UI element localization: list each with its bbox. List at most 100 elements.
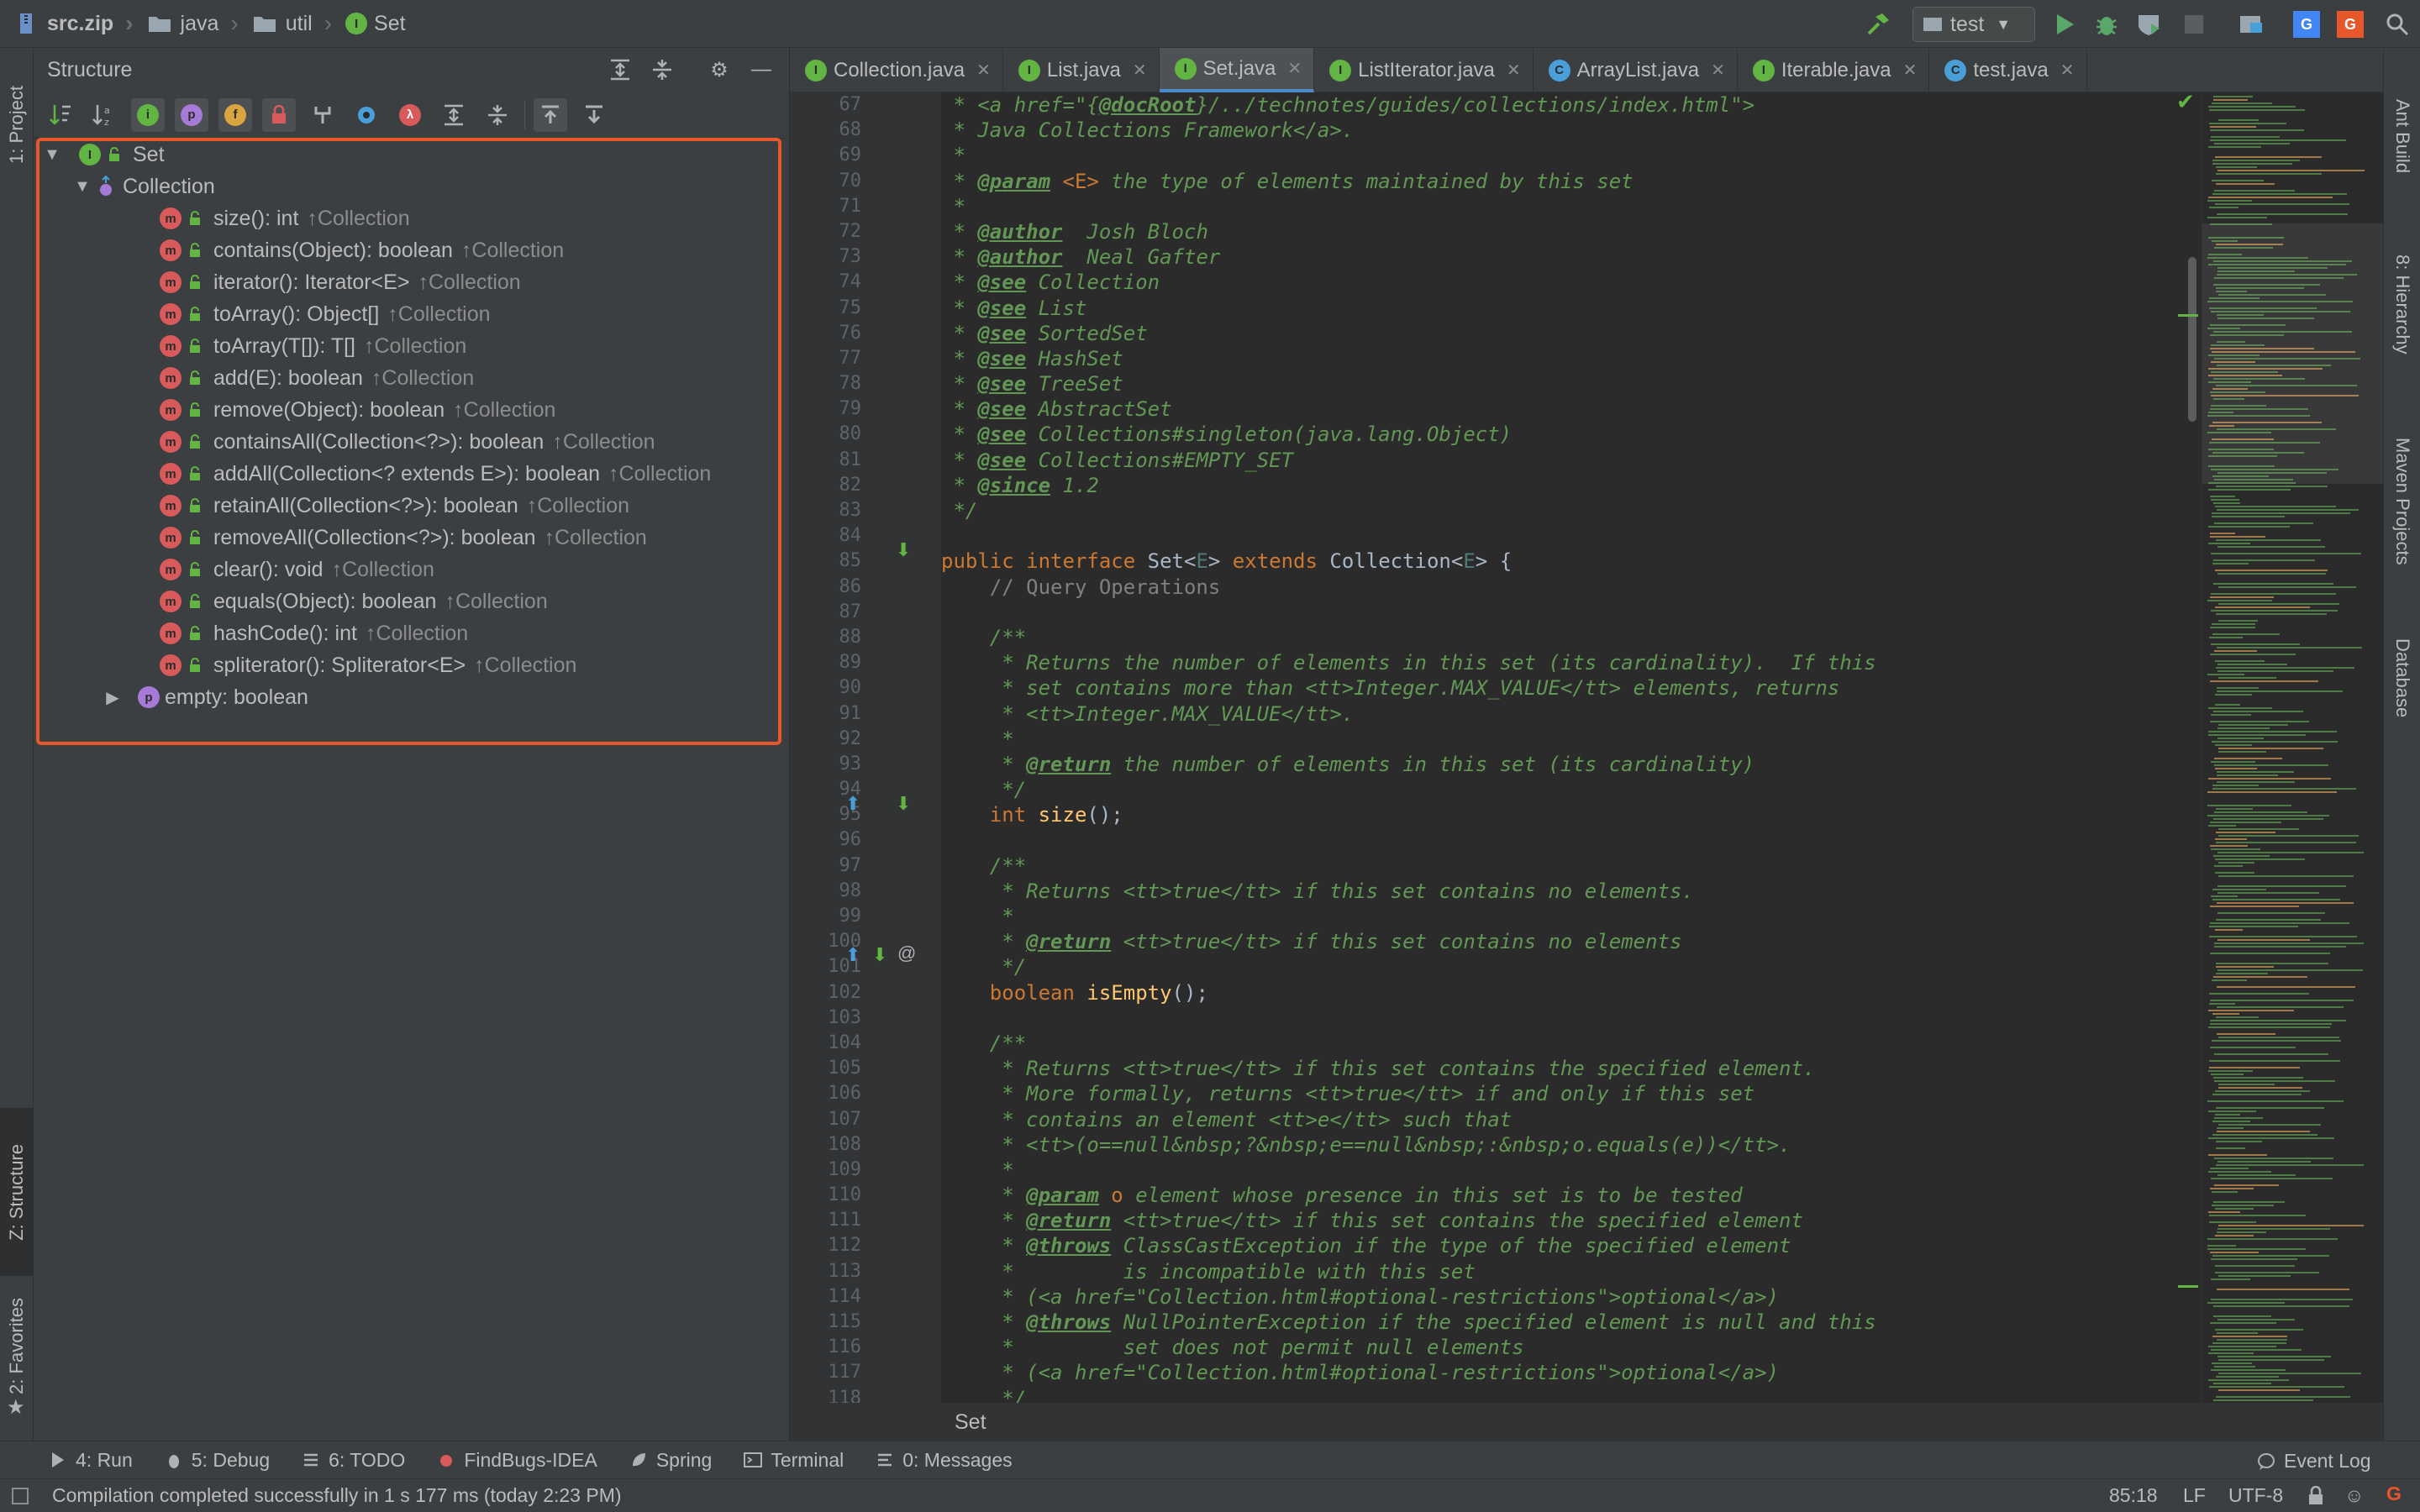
translate-google-icon[interactable]: G: [2291, 8, 2323, 40]
editor-tab[interactable]: I Iterable.java ✕: [1738, 48, 1930, 92]
event-log-button[interactable]: Event Log: [2257, 1450, 2371, 1473]
show-non-public-icon[interactable]: [262, 97, 296, 132]
search-everywhere-icon[interactable]: [2381, 8, 2413, 40]
tool-tab-hierarchy[interactable]: 8: Hierarchy: [2386, 207, 2419, 401]
autoscroll-from-source-icon[interactable]: [577, 98, 611, 132]
collapse-all-icon[interactable]: [649, 56, 676, 83]
expand-tree-icon[interactable]: [437, 98, 471, 132]
breadcrumb-util[interactable]: util ›: [239, 0, 332, 48]
autoscroll-to-source-icon[interactable]: [534, 97, 567, 132]
expand-all-icon[interactable]: [607, 56, 634, 83]
editor-scrollbar-thumb[interactable]: [2188, 257, 2196, 422]
editor-tab[interactable]: I Collection.java ✕: [790, 48, 1003, 92]
tree-node-method[interactable]: m remove(Object): boolean ↑Collection: [37, 394, 781, 426]
overrides-method-icon[interactable]: ⬆: [845, 944, 860, 966]
editor-tab[interactable]: Ctest.java ✕: [1929, 48, 2087, 92]
editor-tab[interactable]: C ArrayList.java ✕: [1534, 48, 1738, 92]
tool-window-button[interactable]: 4: Run: [49, 1449, 133, 1472]
close-icon[interactable]: ✕: [1711, 60, 1725, 81]
breadcrumb-set[interactable]: I Set: [332, 0, 406, 48]
show-lambdas-icon[interactable]: λ: [393, 98, 427, 132]
tool-window-button[interactable]: 6: TODO: [302, 1449, 405, 1472]
project-structure-button[interactable]: [2235, 8, 2267, 40]
tool-tab-project[interactable]: 1: Project: [0, 61, 34, 187]
tool-tab-structure[interactable]: Z: Structure: [0, 1108, 34, 1276]
close-icon[interactable]: ✕: [1287, 58, 1302, 79]
close-icon[interactable]: ✕: [2060, 60, 2075, 81]
tool-window-button[interactable]: 0: Messages: [876, 1449, 1013, 1472]
show-properties-icon[interactable]: p: [175, 97, 208, 132]
expanded-arrow-icon[interactable]: ▼: [42, 145, 62, 165]
editor-tab[interactable]: I List.java ✕: [1003, 48, 1160, 92]
tool-window-button[interactable]: Spring: [629, 1449, 712, 1472]
gear-icon[interactable]: ⚙: [706, 56, 733, 83]
collapsed-arrow-icon[interactable]: ▶: [103, 687, 123, 708]
tool-window-button[interactable]: Terminal: [744, 1449, 844, 1472]
close-icon[interactable]: ✕: [1507, 60, 1521, 81]
show-hierarchy-icon[interactable]: [306, 98, 339, 132]
show-fields-icon[interactable]: f: [218, 97, 252, 132]
build-hammer-button[interactable]: [1862, 8, 1894, 40]
tree-node-method[interactable]: m spliterator(): Spliterator<E> ↑Collectio…: [37, 649, 781, 681]
breadcrumb-java[interactable]: java ›: [134, 0, 239, 48]
tree-node-method[interactable]: m size(): int ↑Collection: [37, 202, 781, 234]
tree-node-method[interactable]: m equals(Object): boolean ↑Collection: [37, 585, 781, 617]
run-configuration-select[interactable]: test ▼: [1912, 7, 2035, 42]
tool-window-button[interactable]: 5: Debug: [165, 1449, 270, 1472]
translate-alt-icon[interactable]: G: [2334, 8, 2366, 40]
tool-tab-database[interactable]: Database: [2386, 602, 2419, 753]
tool-tab-ant-build[interactable]: Ant Build: [2386, 65, 2419, 207]
hector-inspector-icon[interactable]: ☺: [2344, 1484, 2364, 1507]
tool-window-toggle-icon[interactable]: [12, 1487, 29, 1504]
stop-button[interactable]: [2178, 8, 2210, 40]
tool-window-button[interactable]: FindBugs-IDEA: [437, 1449, 597, 1472]
tree-node-method[interactable]: m add(E): boolean ↑Collection: [37, 362, 781, 394]
implementing-methods-icon[interactable]: ⬇: [896, 539, 911, 561]
tree-node-method[interactable]: m contains(Object): boolean ↑Collection: [37, 234, 781, 266]
minimap-viewport[interactable]: [2202, 223, 2384, 484]
implemented-method-icon[interactable]: ⬇: [872, 944, 887, 966]
show-anonymous-icon[interactable]: [350, 98, 383, 132]
run-button[interactable]: [2049, 8, 2081, 40]
annotation-at-icon[interactable]: @: [897, 942, 916, 964]
tree-node-method[interactable]: m clear(): void ↑Collection: [37, 554, 781, 585]
tree-node-method[interactable]: m retainAll(Collection<?>): boolean ↑Colle…: [37, 490, 781, 522]
editor-breadcrumb-item[interactable]: Set: [955, 1410, 986, 1434]
close-icon[interactable]: ✕: [1133, 60, 1147, 81]
overrides-method-icon[interactable]: ⬆: [845, 793, 860, 815]
tree-node-method[interactable]: m toArray(T[]): T[] ↑Collection: [37, 330, 781, 362]
sort-alphabetically-icon[interactable]: az: [87, 98, 121, 132]
line-separator[interactable]: LF: [2183, 1484, 2206, 1507]
tree-node-set[interactable]: ▼ I Set: [37, 139, 781, 171]
tree-node-collection[interactable]: ▼ Collection: [37, 171, 781, 202]
editor-tab[interactable]: I ListIterator.java ✕: [1314, 48, 1534, 92]
status-message[interactable]: Compilation completed successfully in 1 …: [52, 1484, 622, 1507]
file-encoding[interactable]: UTF-8: [2228, 1484, 2283, 1507]
tree-node-method[interactable]: m addAll(Collection<? extends E>): boolea…: [37, 458, 781, 490]
implemented-method-icon[interactable]: ⬇: [896, 793, 911, 815]
tree-node-method[interactable]: m hashCode(): int ↑Collection: [37, 617, 781, 649]
show-interfaces-icon[interactable]: i: [131, 97, 165, 132]
minimize-icon[interactable]: —: [748, 56, 775, 83]
tool-tab-maven-projects[interactable]: Maven Projects: [2386, 401, 2419, 602]
close-icon[interactable]: ✕: [1903, 60, 1918, 81]
read-only-lock-icon[interactable]: [2307, 1485, 2324, 1511]
code-minimap[interactable]: [2202, 92, 2384, 1403]
expanded-arrow-icon[interactable]: ▼: [72, 177, 92, 197]
debug-button[interactable]: [2091, 8, 2123, 40]
caret-position[interactable]: 85:18: [2109, 1484, 2158, 1507]
code-editor[interactable]: * <a href="{@docRoot}/../technotes/guide…: [941, 92, 2202, 1403]
tree-node-method[interactable]: m toArray(): Object[] ↑Collection: [37, 298, 781, 330]
tree-node-property-empty[interactable]: ▶ p empty: boolean: [37, 681, 781, 713]
breadcrumb-src-zip[interactable]: src.zip ›: [0, 0, 134, 48]
tool-tab-favorites[interactable]: 2: Favorites: [0, 1283, 34, 1409]
editor-tab[interactable]: I Set.java ✕: [1159, 48, 1315, 92]
google-icon[interactable]: G: [2386, 1483, 2402, 1505]
collapse-tree-icon[interactable]: [481, 98, 514, 132]
coverage-button[interactable]: [2133, 8, 2165, 40]
tree-node-method[interactable]: m iterator(): Iterator<E> ↑Collection: [37, 266, 781, 298]
tree-node-method[interactable]: m containsAll(Collection<?>): boolean ↑Col…: [37, 426, 781, 458]
sort-by-visibility-icon[interactable]: [44, 98, 77, 132]
tree-node-method[interactable]: m removeAll(Collection<?>): boolean ↑Colle…: [37, 522, 781, 554]
close-icon[interactable]: ✕: [976, 60, 991, 81]
